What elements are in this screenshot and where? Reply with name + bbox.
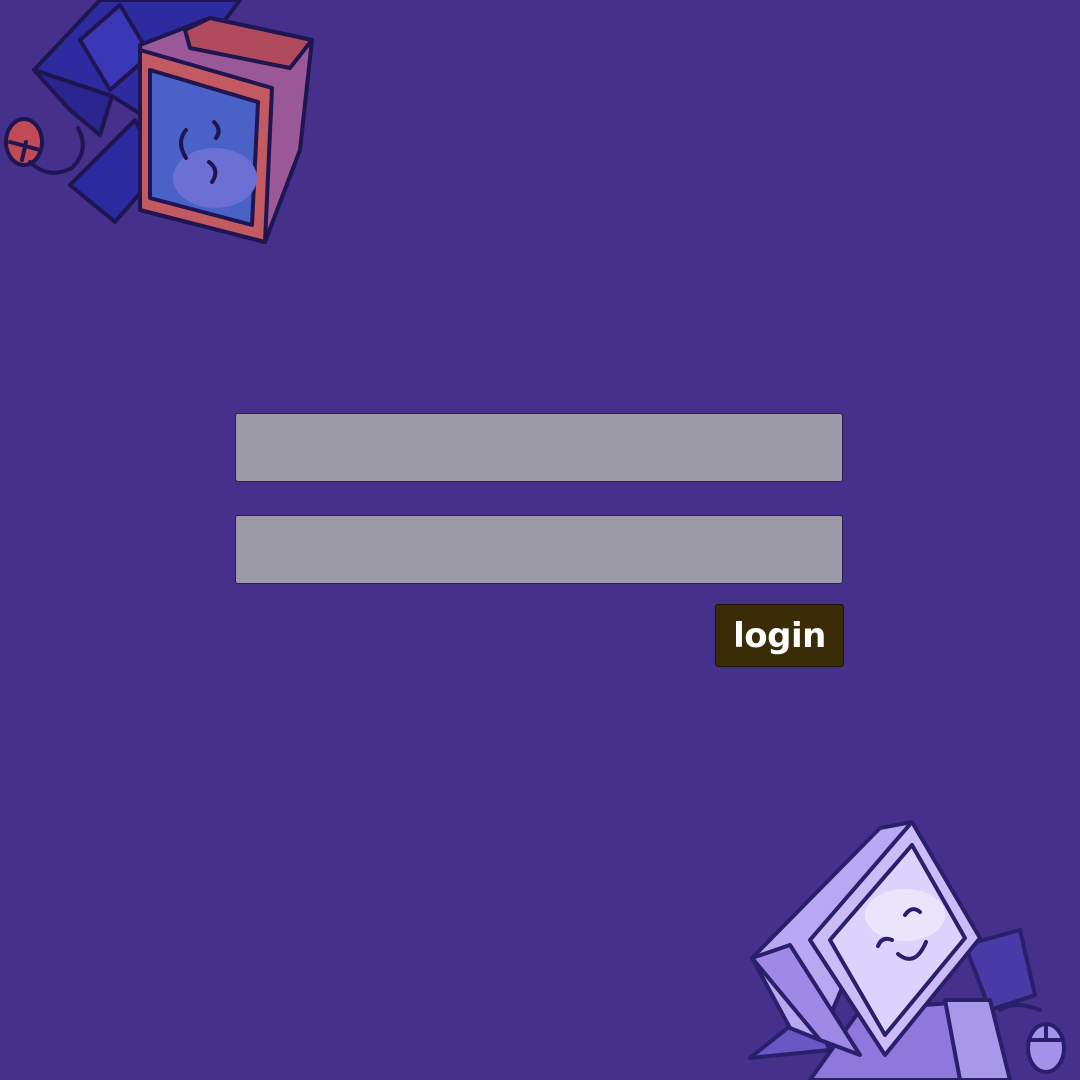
password-field[interactable] (235, 515, 843, 584)
login-button[interactable]: login (715, 604, 844, 667)
mouse-icon (4, 117, 85, 175)
login-form: login (235, 413, 845, 668)
computer-mascot-top-left (4, 0, 314, 244)
username-field[interactable] (235, 413, 843, 482)
computer-mascot-bottom-right (748, 820, 1066, 1080)
mouse-icon (998, 1003, 1066, 1074)
